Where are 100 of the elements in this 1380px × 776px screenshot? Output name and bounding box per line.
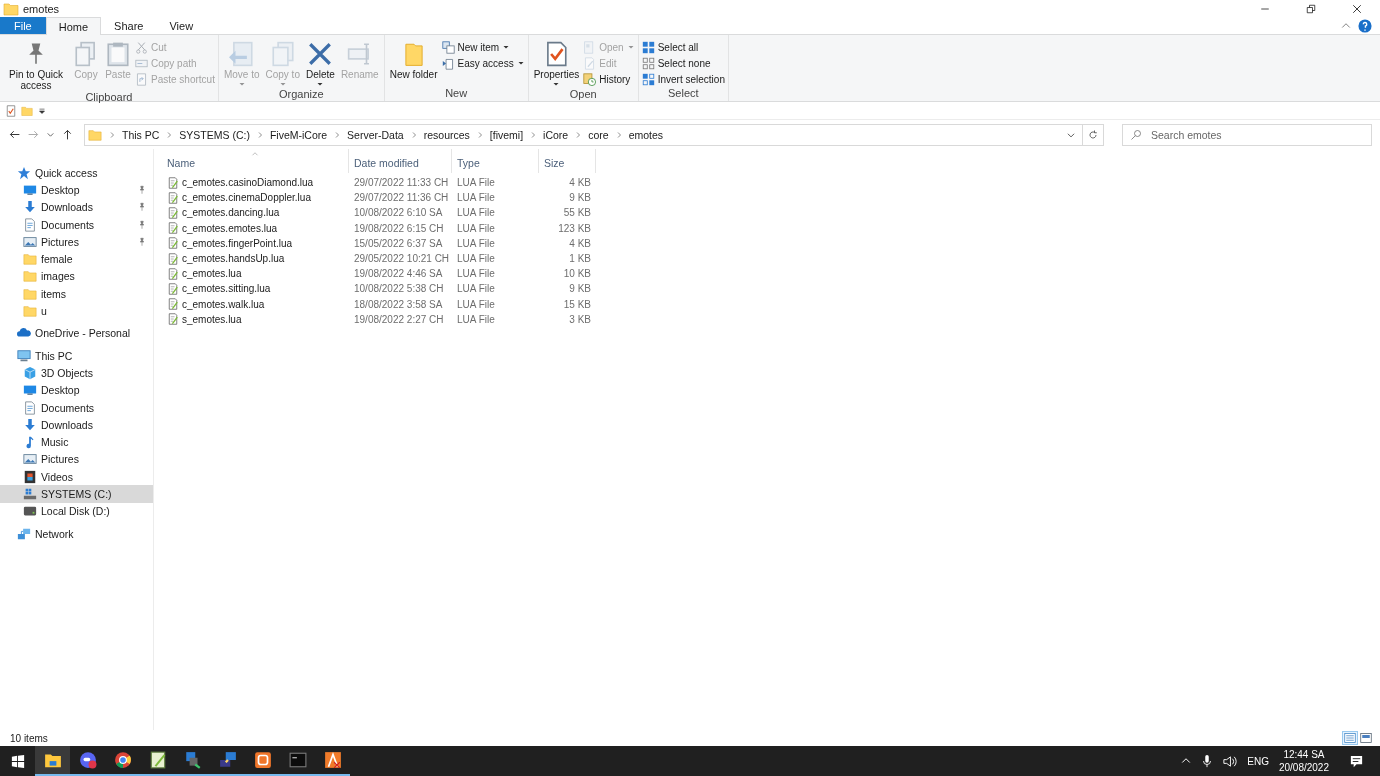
image-icon (23, 452, 37, 467)
sidebar-item[interactable]: female (0, 250, 153, 268)
star-icon (17, 165, 31, 180)
folder-icon (3, 0, 19, 17)
ribbon-button[interactable]: New folder (387, 37, 440, 87)
ribbon-tab[interactable]: View (156, 17, 207, 34)
view-button[interactable] (1358, 731, 1374, 745)
ribbon-tab[interactable]: Share (101, 17, 157, 34)
search-icon (1130, 128, 1142, 141)
column-header[interactable]: Type (452, 149, 539, 173)
script-file-icon (167, 313, 179, 326)
ribbon-button[interactable]: Invert selection (641, 72, 725, 86)
sidebar-item[interactable]: images (0, 267, 153, 286)
qat-caret-icon[interactable] (37, 105, 47, 116)
column-header[interactable]: Name (162, 149, 349, 173)
sidebar-item[interactable]: items (0, 285, 153, 303)
table-cell: c_emotes.dancing.lua (162, 206, 349, 219)
restore-icon (1305, 2, 1317, 15)
triangle-tile-icon (323, 751, 342, 769)
table-cell-text: 4 KB (568, 237, 592, 249)
sidebar-item[interactable]: Documents (0, 215, 153, 234)
view-button[interactable] (1342, 731, 1358, 745)
group-label: New (444, 87, 469, 101)
sidebar-item[interactable]: Pictures (0, 233, 153, 251)
up-icon[interactable] (61, 128, 74, 141)
table-cell-text: 123 KB (557, 222, 592, 234)
sidebar-item[interactable]: Downloads (0, 198, 153, 216)
shortcut-page-icon (135, 72, 148, 86)
monitor-icon (23, 383, 37, 398)
ribbon-tab[interactable]: Home (45, 17, 102, 35)
ribbon-button[interactable]: Properties (531, 37, 582, 88)
taskbar-app[interactable] (35, 746, 70, 776)
sidebar-item[interactable]: u (0, 302, 153, 320)
sidebar-item[interactable]: Quick access (0, 164, 153, 182)
breadcrumb[interactable]: [fivemi] (489, 128, 524, 141)
breadcrumb[interactable]: iCore (543, 128, 569, 141)
help-icon[interactable] (1358, 18, 1372, 33)
table-cell-text: LUA File (456, 207, 496, 219)
breadcrumb[interactable]: resources (423, 128, 470, 141)
down-arrow-icon (23, 417, 37, 432)
sidebar-item[interactable]: Desktop (0, 381, 153, 399)
chevron-icon (529, 130, 538, 139)
chat-bubble-icon (78, 751, 97, 769)
chevron-down-icon[interactable] (46, 130, 55, 139)
caret-icon (237, 80, 246, 88)
pushpin-icon (137, 219, 147, 230)
search-field[interactable]: Search emotes (1122, 123, 1372, 146)
x-mark-icon (307, 41, 334, 67)
ribbon-tab[interactable]: File (0, 17, 46, 34)
column-header[interactable]: Date modified (349, 149, 452, 173)
ribbon-button[interactable]: Select none (641, 56, 725, 70)
qat-check-icon[interactable] (5, 104, 17, 117)
sidebar-item[interactable]: SYSTEMS (C:) (0, 485, 153, 503)
down-arrow-icon (23, 200, 37, 215)
back-icon[interactable] (8, 128, 21, 141)
speaker-icon[interactable] (1222, 753, 1238, 769)
table-cell: c_emotes.casinoDiamond.lua (162, 176, 349, 189)
cube-icon (23, 365, 37, 380)
table-cell-text: LUA File (456, 177, 496, 189)
breadcrumb[interactable]: FiveM-iCore (269, 128, 328, 141)
ribbon-button[interactable]: Delete (303, 37, 337, 88)
breadcrumb[interactable]: This PC (122, 128, 160, 141)
address-bar[interactable]: This PC SYSTEMS (C:) FiveM-iCore Server-Data resources [fivemi] iCore core emotes (84, 123, 1083, 146)
ribbon-button[interactable]: Select all (641, 40, 725, 54)
sidebar-item[interactable]: Pictures (0, 450, 153, 469)
sidebar-item[interactable]: Music (0, 433, 153, 451)
network-icon (17, 526, 31, 541)
page-arrow-icon (441, 56, 455, 70)
breadcrumb[interactable]: emotes (628, 128, 664, 141)
language-indicator[interactable]: ENG (1247, 755, 1269, 767)
sidebar-item[interactable]: Local Disk (D:) (0, 502, 153, 520)
breadcrumb[interactable]: Server-Data (347, 128, 404, 141)
console-icon (288, 751, 307, 769)
clock-date[interactable]: 20/08/2022 (1278, 761, 1329, 774)
sidebar-item[interactable]: Desktop (0, 181, 153, 199)
sidebar-item[interactable]: Network (0, 524, 153, 543)
table-cell-text: 10 KB (562, 268, 592, 280)
sidebar-item[interactable]: Videos (0, 468, 153, 486)
sidebar-item[interactable]: This PC (0, 346, 153, 365)
group-label: Select (667, 87, 700, 101)
ribbon-button[interactable]: Easy access (441, 56, 525, 70)
sidebar-item[interactable]: Documents (0, 398, 153, 417)
table-cell: c_emotes.sitting.lua (162, 282, 349, 295)
edit-page-icon (583, 56, 597, 70)
breadcrumb[interactable]: SYSTEMS (C:) (179, 128, 250, 141)
group-label: Open (568, 88, 598, 101)
sidebar-item[interactable]: Downloads (0, 416, 153, 434)
ribbon-button[interactable]: History (583, 72, 635, 86)
ribbon-button[interactable]: New item (441, 40, 525, 54)
column-header[interactable]: Size (539, 149, 596, 173)
breadcrumb[interactable]: core (588, 128, 609, 141)
close-icon (1351, 2, 1363, 15)
clock-time[interactable]: 12:44 SA (1283, 748, 1325, 761)
table-cell-text: LUA File (456, 192, 496, 204)
sidebar-item[interactable]: OneDrive - Personal (0, 324, 153, 342)
notification-icon[interactable] (1349, 753, 1364, 769)
window-title: emotes (23, 2, 60, 15)
sidebar-item[interactable]: 3D Objects (0, 364, 153, 382)
folder-icon (23, 286, 37, 301)
ribbon-button[interactable]: Pin to Quick access (3, 37, 69, 91)
